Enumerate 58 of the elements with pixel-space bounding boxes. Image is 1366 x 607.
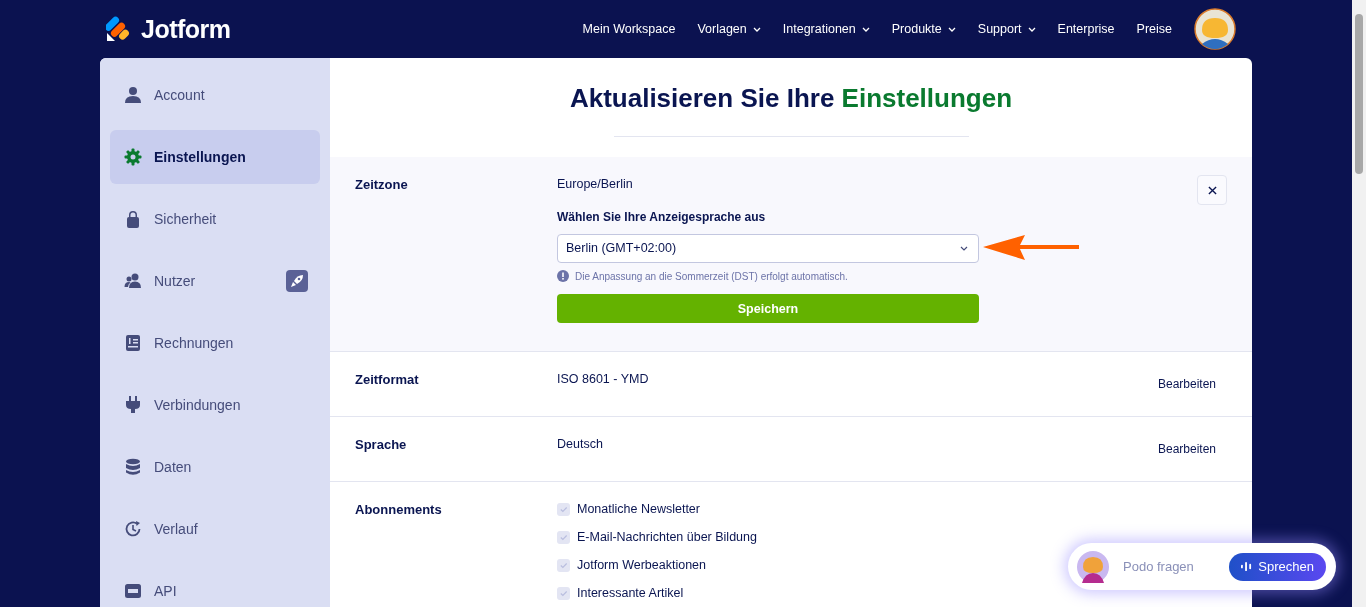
- close-icon: [1207, 185, 1217, 195]
- checkbox-label: Monatliche Newsletter: [577, 502, 700, 516]
- sidebar-item[interactable]: Rechnungen: [110, 316, 320, 370]
- setting-value: Deutsch: [557, 437, 603, 451]
- invoice-icon: [124, 334, 142, 352]
- speak-button[interactable]: Sprechen: [1229, 552, 1326, 581]
- sidebar-item[interactable]: Nutzer: [110, 254, 320, 308]
- sidebar-item[interactable]: Account: [110, 68, 320, 122]
- avatar[interactable]: [1194, 8, 1236, 50]
- check-icon: [559, 588, 568, 598]
- voice-icon: [1241, 561, 1253, 572]
- close-button[interactable]: [1197, 175, 1227, 205]
- field-label: Wählen Sie Ihre Anzeigesprache aus: [557, 210, 767, 224]
- logo-text[interactable]: Jotform: [141, 14, 231, 44]
- scrollbar[interactable]: [1352, 0, 1366, 607]
- check-icon: [559, 560, 568, 570]
- sidebar-item[interactable]: Einstellungen: [110, 130, 320, 184]
- check-icon: [559, 532, 568, 542]
- checkbox-label: E-Mail-Nachrichten über Bildung: [577, 530, 757, 544]
- lock-icon: [124, 210, 142, 228]
- history-icon: [124, 520, 142, 538]
- edit-link[interactable]: Bearbeiten: [1157, 442, 1216, 456]
- check-icon: [559, 504, 568, 514]
- setting-value: ISO 8601 - YMD: [557, 372, 649, 386]
- section-label: Abonnements: [355, 502, 443, 519]
- caret-icon: [960, 245, 968, 251]
- users-icon: [124, 272, 142, 290]
- api-icon: [124, 582, 142, 600]
- hint-text: Die Anpassung an die Sommerzeit (DST) erfolgt automatisch.: [575, 270, 848, 282]
- sidebar-item[interactable]: Verbindungen: [110, 378, 320, 432]
- logo-icon: [106, 16, 132, 42]
- gear-icon: [124, 148, 142, 166]
- nav-link[interactable]: Produkte: [891, 22, 956, 36]
- edit-link[interactable]: Bearbeiten: [1157, 377, 1216, 391]
- timezone-select[interactable]: Berlin (GMT+02:00): [557, 233, 979, 263]
- checkbox-label: Jotform Werbeaktionen: [577, 558, 706, 572]
- nav-link[interactable]: Enterprise: [1057, 22, 1115, 36]
- section-label: Zeitzone: [355, 177, 409, 194]
- sidebar-item[interactable]: Verlauf: [110, 502, 320, 556]
- nav-link[interactable]: Vorlagen: [697, 22, 761, 36]
- plug-icon: [124, 396, 142, 414]
- section-label: Zeitformat: [355, 372, 420, 389]
- nav-link[interactable]: Integrationen: [782, 22, 870, 36]
- nav-link[interactable]: Mein Workspace: [582, 22, 676, 36]
- info-icon: [557, 270, 569, 282]
- sidebar-item[interactable]: Daten: [110, 440, 320, 494]
- scrollbar-thumb[interactable]: [1355, 14, 1363, 174]
- page-title: Aktualisieren Sie Ihre Einstellungen: [568, 82, 1014, 114]
- nav-link[interactable]: Support: [977, 22, 1036, 36]
- checkbox-label: Interessante Artikel: [577, 586, 684, 600]
- sidebar-item[interactable]: Sicherheit: [110, 192, 320, 246]
- nav-link[interactable]: Preise: [1136, 22, 1172, 36]
- person-icon: [124, 86, 142, 104]
- section-label: Sprache: [355, 437, 408, 454]
- avatar: [1077, 550, 1109, 583]
- database-icon: [124, 458, 142, 476]
- sidebar-item[interactable]: API: [110, 564, 320, 607]
- setting-value: Europe/Berlin: [557, 177, 634, 191]
